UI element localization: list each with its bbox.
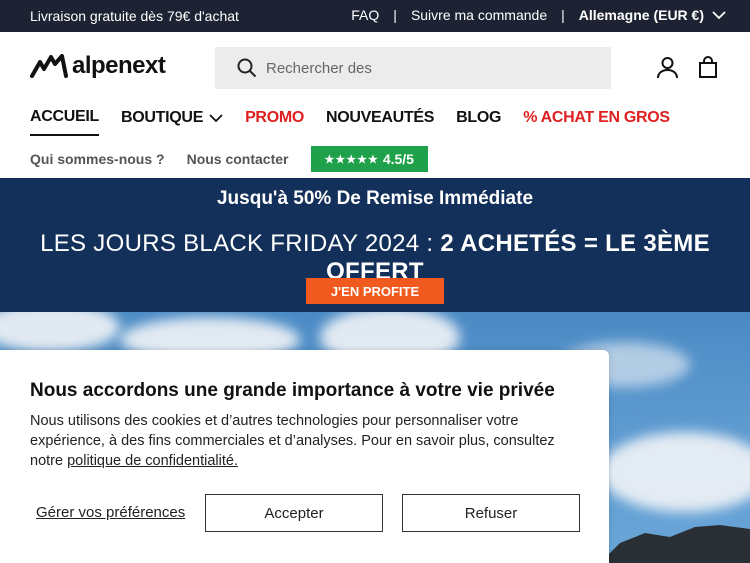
track-order-link[interactable]: Suivre ma commande (411, 7, 547, 23)
rating-badge[interactable]: ★★★★★ 4.5/5 (310, 146, 428, 172)
site-logo[interactable]: alpenext (30, 52, 166, 80)
separator: | (393, 7, 397, 23)
privacy-policy-link[interactable]: politique de confidentialité. (67, 453, 238, 469)
cookie-title: Nous accordons une grande importance à v… (30, 380, 555, 401)
rating-stars-icon: ★★★★★ (324, 153, 379, 166)
sub-nav: Qui sommes-nous ? Nous contacter ★★★★★ 4… (30, 146, 428, 172)
nav-label: NOUVEAUTÉS (326, 109, 435, 126)
nav-label: % ACHAT EN GROS (523, 109, 670, 126)
top-bar: Livraison gratuite dès 79€ d'achat FAQ |… (0, 0, 750, 32)
rating-value: 4.5/5 (382, 151, 414, 167)
search-icon (237, 58, 257, 78)
faq-link[interactable]: FAQ (351, 7, 379, 23)
banner-sub-prefix: LES JOURS BLACK FRIDAY 2024 : (40, 230, 441, 257)
manage-preferences-link[interactable]: Gérer vos préférences (36, 504, 185, 521)
chevron-down-icon (209, 113, 223, 122)
nav-label: ACCUEIL (30, 108, 100, 125)
accept-button[interactable]: Accepter (205, 494, 383, 532)
logo-mark-icon (30, 54, 68, 78)
nav-label: BLOG (456, 109, 502, 126)
nav-label: PROMO (245, 109, 305, 126)
nav-item-achat-en-gros[interactable]: % ACHAT EN GROS (523, 108, 670, 136)
search-input[interactable] (266, 59, 586, 77)
cart-icon[interactable] (698, 56, 718, 79)
contact-link[interactable]: Nous contacter (187, 151, 289, 167)
separator: | (561, 7, 565, 23)
refuse-button[interactable]: Refuser (402, 494, 580, 532)
nav-item-boutique[interactable]: BOUTIQUE (121, 108, 223, 136)
free-shipping-text: Livraison gratuite dès 79€ d'achat (30, 8, 239, 24)
nav-item-nouveautes[interactable]: NOUVEAUTÉS (326, 108, 434, 136)
promo-banner: Jusqu'à 50% De Remise Immédiate LES JOUR… (0, 178, 750, 312)
nav-item-accueil[interactable]: ACCUEIL (30, 108, 99, 136)
chevron-down-icon (712, 10, 726, 19)
mountain-silhouette (600, 525, 750, 563)
site-header: alpenext (0, 32, 750, 102)
cloud-shape (0, 312, 120, 352)
top-links: FAQ | Suivre ma commande | Allemagne (EU… (351, 7, 726, 23)
nav-label: BOUTIQUE (121, 109, 204, 126)
cookie-text: Nous utilisons des cookies et d’autres t… (30, 411, 575, 471)
cloud-shape (600, 432, 750, 512)
nav-item-promo[interactable]: PROMO (245, 108, 304, 136)
nav-item-blog[interactable]: BLOG (456, 108, 501, 136)
account-icon[interactable] (656, 56, 679, 79)
search-bar[interactable] (215, 47, 611, 89)
about-link[interactable]: Qui sommes-nous ? (30, 151, 165, 167)
logo-text: alpenext (72, 52, 166, 79)
region-selector[interactable]: Allemagne (EUR €) (579, 7, 726, 23)
main-nav: ACCUEIL BOUTIQUE PROMO NOUVEAUTÉS BLOG %… (30, 108, 692, 136)
region-label: Allemagne (EUR €) (578, 7, 704, 23)
banner-headline: Jusqu'à 50% De Remise Immédiate (216, 188, 534, 209)
banner-cta-button[interactable]: J'EN PROFITE (306, 278, 444, 304)
cookie-consent-dialog: Nous accordons une grande importance à v… (0, 350, 609, 563)
